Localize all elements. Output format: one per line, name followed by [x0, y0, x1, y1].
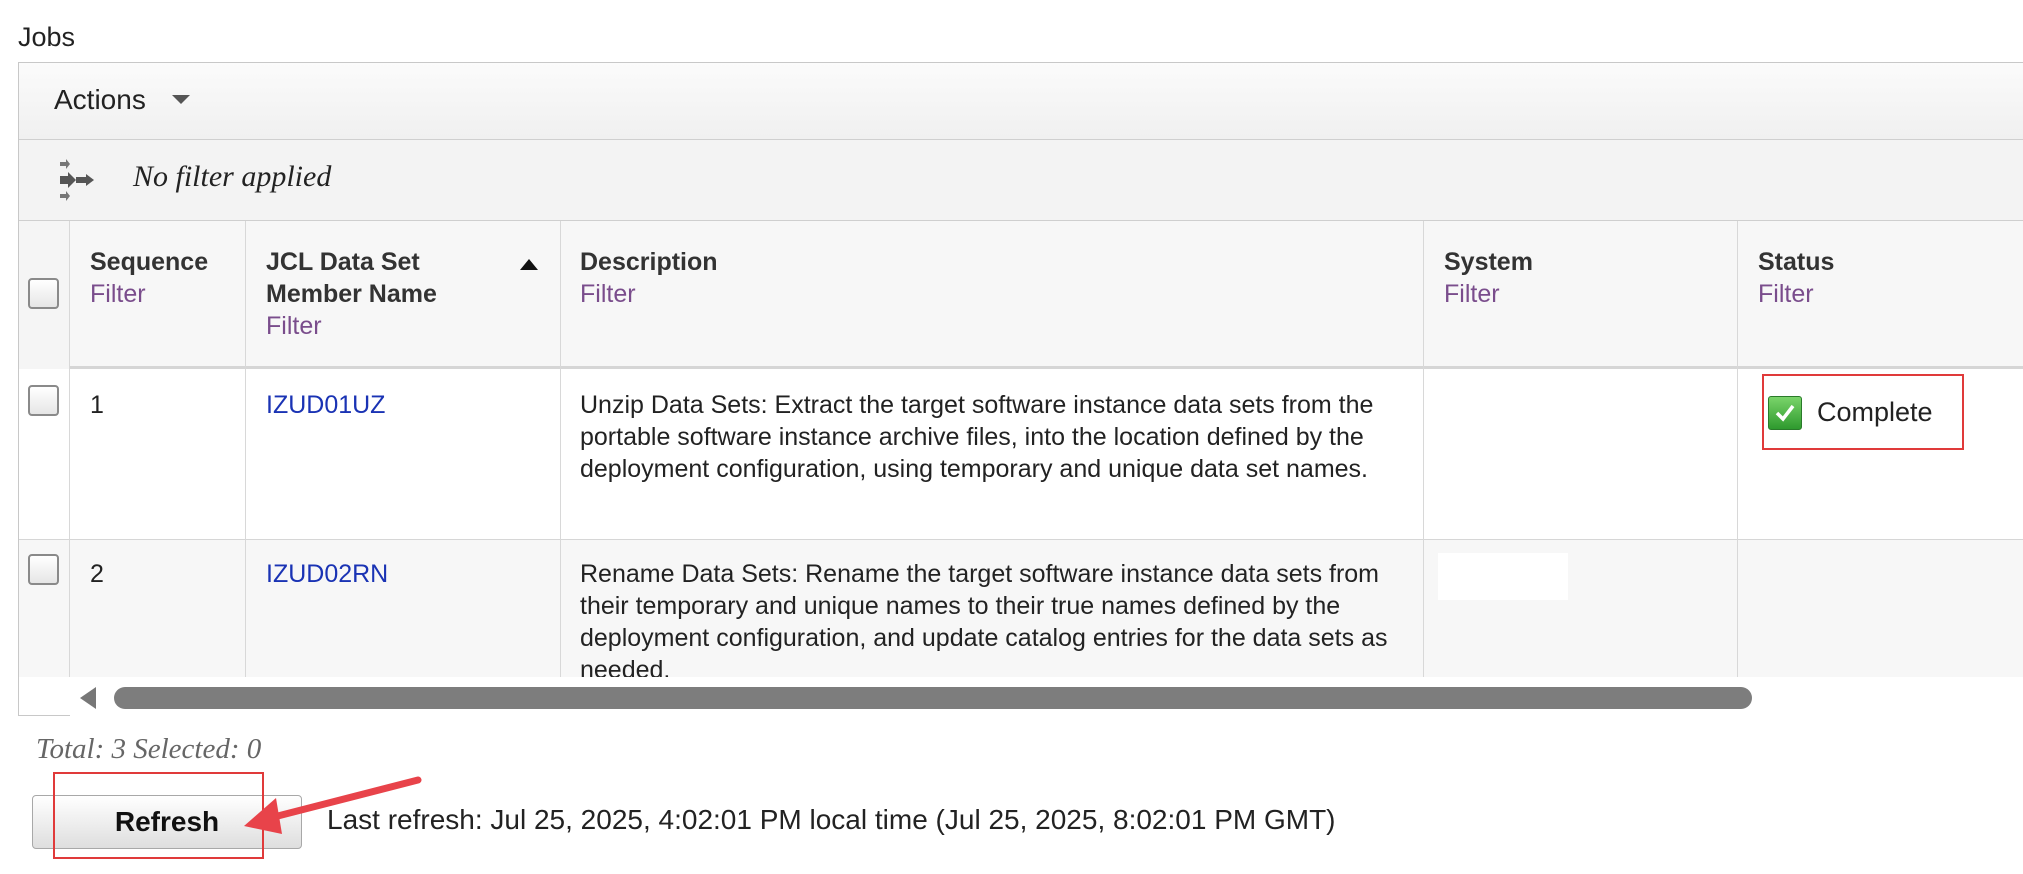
column-label: System: [1444, 248, 1533, 276]
column-filter-link[interactable]: Filter: [1444, 278, 1533, 310]
column-divider: [245, 221, 246, 677]
column-divider: [69, 221, 70, 677]
column-label: Status: [1758, 248, 1835, 276]
system-cell: [1438, 553, 1568, 600]
member-name-link[interactable]: IZUD02RN: [266, 558, 388, 590]
sequence-cell: 1: [90, 391, 104, 419]
last-refresh-text: Last refresh: Jul 25, 2025, 4:02:01 PM l…: [327, 804, 1336, 835]
column-header-description[interactable]: Description Filter: [580, 246, 718, 310]
check-icon: [1768, 396, 1802, 430]
section-title: Jobs: [18, 22, 76, 52]
actions-toolbar: [19, 63, 2023, 140]
column-header-sequence[interactable]: Sequence Filter: [90, 246, 208, 310]
column-header-system[interactable]: System Filter: [1444, 246, 1533, 310]
column-filter-link[interactable]: Filter: [90, 278, 208, 310]
scrollbar-thumb[interactable]: [114, 687, 1752, 709]
filter-arrows-icon[interactable]: [56, 158, 100, 202]
description-cell: Unzip Data Sets: Extract the target soft…: [580, 391, 1374, 483]
column-label: Sequence: [90, 248, 209, 276]
column-divider: [1737, 221, 1738, 677]
scroll-left-icon[interactable]: [80, 687, 96, 709]
chevron-down-icon[interactable]: [172, 95, 190, 104]
description-clip: Rename Data Sets: Rename the target soft…: [580, 540, 1420, 677]
actions-menu-button[interactable]: Actions: [54, 84, 146, 116]
description-cell: Rename Data Sets: Rename the target soft…: [580, 560, 1388, 677]
column-filter-link[interactable]: Filter: [580, 278, 718, 310]
selection-summary: Total: 3 Selected: 0: [36, 733, 262, 765]
row-checkbox[interactable]: [28, 554, 59, 585]
column-header-status[interactable]: Status Filter: [1758, 246, 1834, 310]
column-header-member-name[interactable]: JCL Data Set Member Name Filter: [266, 246, 437, 342]
member-name-link[interactable]: IZUD01UZ: [266, 389, 385, 421]
column-filter-link[interactable]: Filter: [266, 310, 437, 342]
column-filter-link[interactable]: Filter: [1758, 278, 1834, 310]
column-divider: [560, 221, 561, 677]
sequence-cell: 2: [90, 560, 104, 588]
select-all-checkbox[interactable]: [28, 278, 59, 309]
column-divider: [1423, 221, 1424, 677]
column-label: Member Name: [266, 280, 437, 308]
filter-status-text: No filter applied: [133, 160, 332, 193]
column-label: Description: [580, 248, 718, 276]
column-label: JCL Data Set: [266, 248, 420, 276]
status-badge: Complete: [1817, 397, 1933, 427]
row-checkbox[interactable]: [28, 385, 59, 416]
sort-ascending-icon[interactable]: [520, 259, 538, 270]
